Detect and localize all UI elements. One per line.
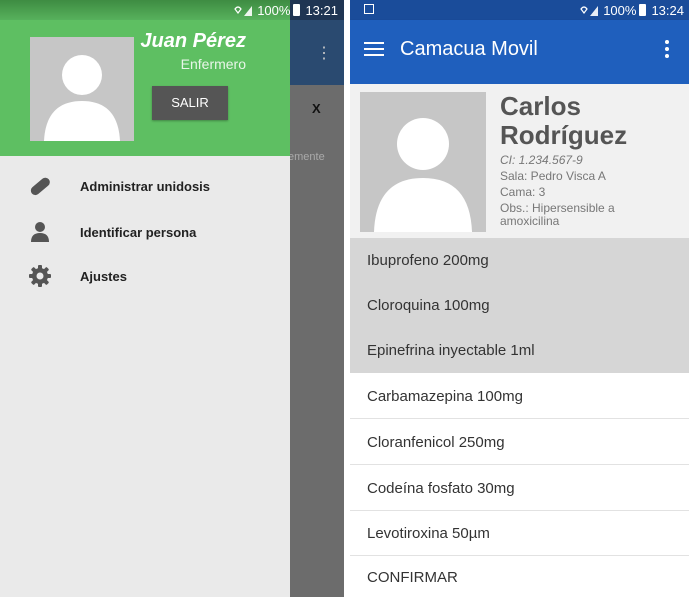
patient-ci: CI: 1.234.567-9	[500, 153, 583, 167]
medication-item[interactable]: Codeína fosfato 30mg	[350, 466, 689, 511]
pill-icon	[28, 174, 52, 198]
person-icon	[28, 220, 52, 244]
patient-name: Carlos Rodríguez	[500, 92, 680, 150]
underlying-partial-text: emente	[288, 151, 325, 163]
battery-percent: 100%	[257, 2, 291, 18]
medication-item[interactable]: Cloranfenicol 250mg	[350, 420, 689, 465]
underlying-kebab-icon: ⋮	[316, 45, 332, 62]
status-time: 13:21	[305, 2, 338, 18]
gear-icon	[28, 264, 52, 288]
app-title: Camacua Movil	[400, 38, 538, 60]
user-role: Enfermero	[180, 56, 246, 72]
medication-item[interactable]: Ibuprofeno 200mg	[350, 238, 689, 283]
patient-sala: Sala: Pedro Visca A	[500, 169, 606, 183]
medication-item[interactable]: Carbamazepina 100mg	[350, 374, 689, 419]
left-phone-screen: ⋮ X emente 100% 13:21 Juan Pérez Enferme…	[0, 0, 344, 597]
signal-icon	[233, 4, 253, 16]
logout-button[interactable]: SALIR	[152, 86, 228, 120]
patient-avatar	[360, 92, 486, 232]
patient-card: Carlos Rodríguez CI: 1.234.567-9 Sala: P…	[350, 84, 689, 238]
drawer-header: Juan Pérez Enfermero SALIR	[0, 0, 290, 156]
medication-item[interactable]: Epinefrina inyectable 1ml	[350, 328, 689, 373]
confirm-button[interactable]: CONFIRMAR	[350, 557, 689, 597]
status-bar-right: 100% 13:24	[350, 0, 689, 20]
status-bar-left: 100% 13:21	[0, 0, 344, 20]
signal-icon	[579, 4, 599, 16]
drawer-item-label: Identificar persona	[80, 224, 197, 240]
underlying-close-label: X	[312, 101, 321, 116]
user-avatar	[30, 37, 134, 141]
medication-item[interactable]: Cloroquina 100mg	[350, 283, 689, 328]
patient-obs-continued: amoxicilina	[500, 214, 560, 228]
drawer-item-label: Ajustes	[80, 268, 127, 284]
overflow-menu-icon[interactable]	[665, 40, 669, 61]
right-phone-screen: 100% 13:24 Camacua Movil Carlos Rodrígue…	[350, 0, 689, 597]
drawer-item-label: Administrar unidosis	[80, 178, 211, 194]
navigation-drawer: Juan Pérez Enfermero SALIR Administrar u…	[0, 0, 290, 597]
user-name: Juan Pérez	[140, 30, 246, 52]
patient-last-name: Rodríguez	[500, 120, 628, 150]
drawer-item-ajustes[interactable]: Ajustes	[0, 256, 290, 296]
drawer-item-identificar-persona[interactable]: Identificar persona	[0, 212, 290, 252]
battery-percent: 100%	[603, 2, 637, 18]
menu-icon[interactable]	[364, 42, 384, 56]
battery-icon	[639, 4, 647, 16]
app-bar: Camacua Movil	[350, 20, 689, 84]
patient-cama: Cama: 3	[500, 185, 546, 199]
person-placeholder-icon	[30, 37, 134, 141]
status-time: 13:24	[651, 2, 684, 18]
medication-item[interactable]: Levotiroxina 50µm	[350, 511, 689, 556]
person-placeholder-icon	[360, 92, 486, 232]
battery-icon	[293, 4, 301, 16]
drawer-item-administrar-unidosis[interactable]: Administrar unidosis	[0, 166, 290, 206]
patient-first-name: Carlos	[500, 91, 581, 121]
screenshot-notification-icon	[364, 4, 374, 14]
